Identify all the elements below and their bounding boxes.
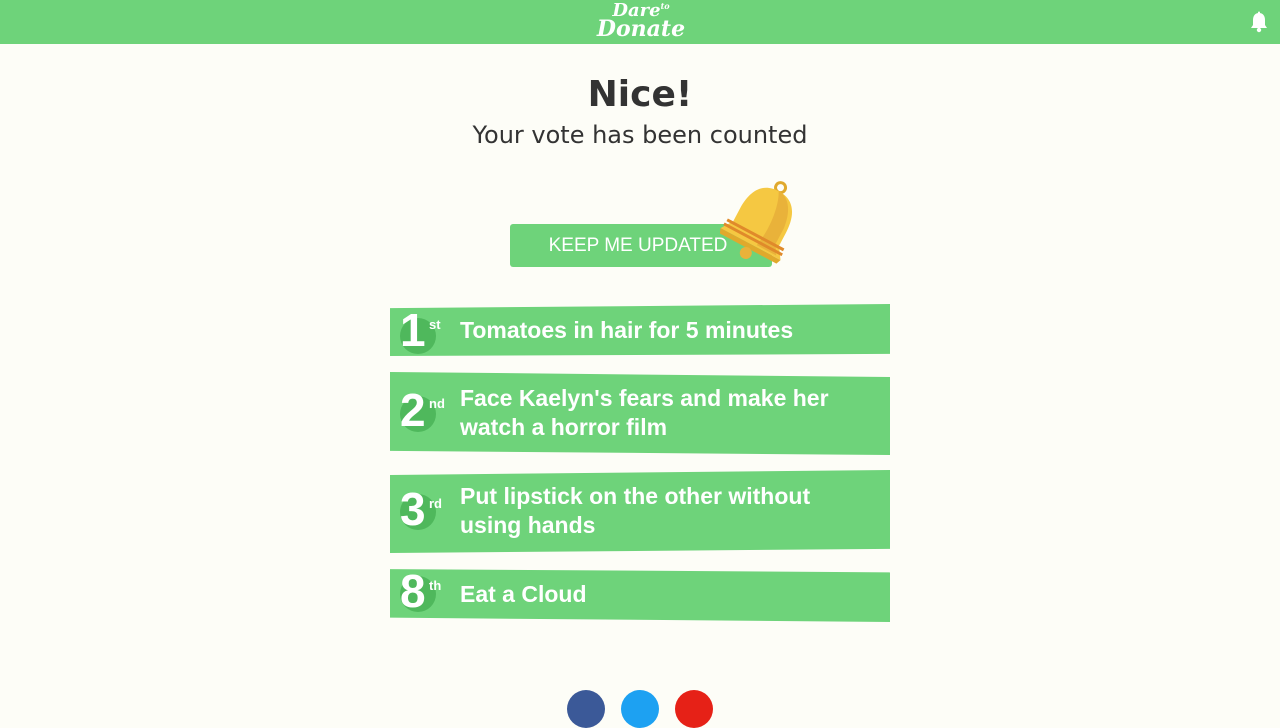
rank-number: 3 [400,483,426,535]
twitter-icon[interactable] [621,690,659,728]
ranking-item-8: 8 th Eat a Cloud [390,565,890,622]
logo-line-2: Donate [596,16,686,42]
rank-suffix: nd [429,396,445,411]
dare-text: Face Kaelyn's fears and make her watch a… [460,385,829,440]
rank-number: 2 [400,384,426,436]
logo-to-text: to [660,1,670,11]
bell-icon[interactable] [1248,11,1270,33]
dare-text: Tomatoes in hair for 5 minutes [460,317,794,343]
ranking-item-1: 1 st Tomatoes in hair for 5 minutes [390,304,890,356]
top-bar: Dareto Donate [0,0,1280,44]
dare-to-donate-logo[interactable]: Dareto Donate [593,2,689,42]
youtube-icon[interactable] [675,690,713,728]
ranking-item-2: 2 nd Face Kaelyn's fears and make her wa… [390,372,890,455]
rank-suffix: st [429,317,441,332]
facebook-icon[interactable] [567,690,605,728]
rank-number: 8 [400,565,426,617]
page-title: Nice! [587,74,693,115]
dare-text: Put lipstick on the other without using … [460,483,811,538]
ranking-item-3: 3 rd Put lipstick on the other without u… [390,470,890,553]
page-subtitle: Your vote has been counted [472,121,808,149]
golden-bell-icon [712,172,808,270]
rank-suffix: th [429,578,442,593]
rank-number: 1 [400,304,426,356]
dare-text: Eat a Cloud [460,581,587,607]
rank-suffix: rd [429,496,442,511]
keep-me-updated-label: KEEP ME UPDATED [548,234,728,256]
